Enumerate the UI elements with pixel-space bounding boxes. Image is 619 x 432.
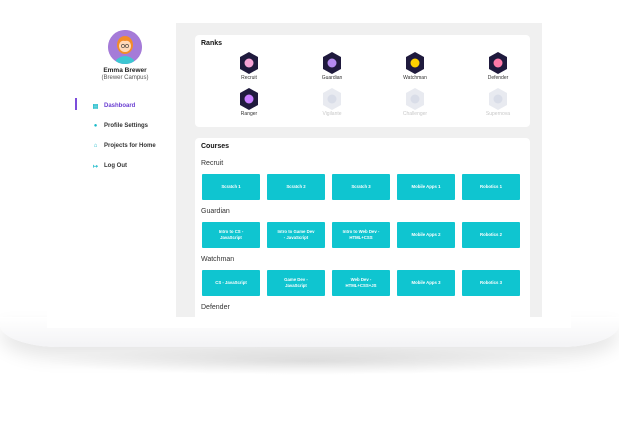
- courses-title: Courses: [201, 143, 230, 150]
- rank-challenger[interactable]: Challenger: [390, 88, 440, 117]
- rank-badge-icon: [489, 52, 507, 74]
- course-button[interactable]: Intro to Game Dev - JavaScript: [267, 222, 325, 248]
- level-title-watchman: Watchman: [201, 256, 235, 263]
- rank-badge-icon: [406, 52, 424, 74]
- course-button[interactable]: Robotics 1: [462, 174, 520, 200]
- course-button[interactable]: Scratch 3: [332, 174, 390, 200]
- sidebar-item-profile-settings[interactable]: ● Profile Settings: [75, 116, 175, 136]
- rank-defender[interactable]: Defender: [473, 52, 523, 81]
- sidebar-item-label: Dashboard: [104, 103, 136, 109]
- rank-label: Challenger: [402, 111, 428, 117]
- laptop-shadow: [40, 347, 580, 375]
- rank-vigilante[interactable]: Vigilante: [307, 88, 357, 117]
- rank-ranger[interactable]: Ranger: [224, 88, 274, 117]
- course-button[interactable]: Intro to CS - JavaScript: [202, 222, 260, 248]
- user-name: Emma Brewer: [103, 67, 147, 74]
- course-button[interactable]: Scratch 2: [267, 174, 325, 200]
- sidebar-nav: ▤ Dashboard ● Profile Settings ⌂ Project…: [75, 96, 175, 176]
- sidebar-item-label: Profile Settings: [104, 123, 149, 129]
- rank-supernova[interactable]: Supernova: [473, 88, 523, 117]
- level-title-defender: Defender: [201, 304, 230, 311]
- rank-label: Vigilante: [322, 111, 342, 117]
- rank-label: Defender: [487, 75, 509, 81]
- rank-watchman[interactable]: Watchman: [390, 52, 440, 81]
- rank-badge-icon: [323, 88, 341, 110]
- home-icon: ⌂: [93, 143, 98, 149]
- rank-label: Guardian: [321, 75, 343, 81]
- sidebar-item-label: Log Out: [104, 163, 127, 169]
- course-button[interactable]: Robotics 2: [462, 222, 520, 248]
- rank-label: Recruit: [241, 75, 257, 81]
- rank-badge-icon: [240, 88, 258, 110]
- course-button[interactable]: Mobile Apps 2: [397, 222, 455, 248]
- course-button[interactable]: Scratch 1: [202, 174, 260, 200]
- level-title-guardian: Guardian: [201, 208, 230, 215]
- sidebar-item-label: Projects for Home: [104, 143, 156, 149]
- logout-icon: ↦: [92, 163, 99, 170]
- rank-label: Ranger: [240, 111, 258, 117]
- course-button[interactable]: CS - JavaScript: [202, 270, 260, 296]
- rank-recruit[interactable]: Recruit: [224, 52, 274, 81]
- rank-badge-icon: [406, 88, 424, 110]
- courses-card: Courses Recruit Scratch 1 Scratch 2 Scratch…: [195, 138, 530, 317]
- sidebar-item-dashboard[interactable]: ▤ Dashboard: [75, 96, 175, 116]
- rank-label: Supernova: [485, 111, 511, 117]
- sidebar-item-projects-for-home[interactable]: ⌂ Projects for Home: [75, 136, 175, 156]
- avatar: [108, 30, 142, 64]
- rank-guardian[interactable]: Guardian: [307, 52, 357, 81]
- ranks-card: Ranks Recruit Guardian Watchman Defender Ran…: [195, 35, 530, 127]
- course-button[interactable]: Mobile Apps 1: [397, 174, 455, 200]
- course-button[interactable]: Intro to Web Dev - HTML+CSS: [332, 222, 390, 248]
- course-button[interactable]: Robotics 3: [462, 270, 520, 296]
- course-button[interactable]: Mobile Apps 3: [397, 270, 455, 296]
- user-icon: ●: [93, 123, 98, 129]
- dashboard-icon: ▤: [92, 103, 99, 110]
- ranks-title: Ranks: [201, 40, 223, 47]
- rank-badge-icon: [240, 52, 258, 74]
- rank-badge-icon: [489, 88, 507, 110]
- level-title-recruit: Recruit: [201, 160, 224, 167]
- main-content: Ranks Recruit Guardian Watchman Defender Ran…: [176, 23, 542, 317]
- sidebar-item-log-out[interactable]: ↦ Log Out: [75, 156, 175, 176]
- course-button[interactable]: Game Dev - JavaScript: [267, 270, 325, 296]
- rank-badge-icon: [323, 52, 341, 74]
- rank-label: Watchman: [403, 75, 427, 81]
- user-campus: (Brewer Campus): [101, 75, 149, 81]
- avatar-girl-icon: [108, 30, 142, 64]
- course-button[interactable]: Web Dev - HTML+CSS+JS: [332, 270, 390, 296]
